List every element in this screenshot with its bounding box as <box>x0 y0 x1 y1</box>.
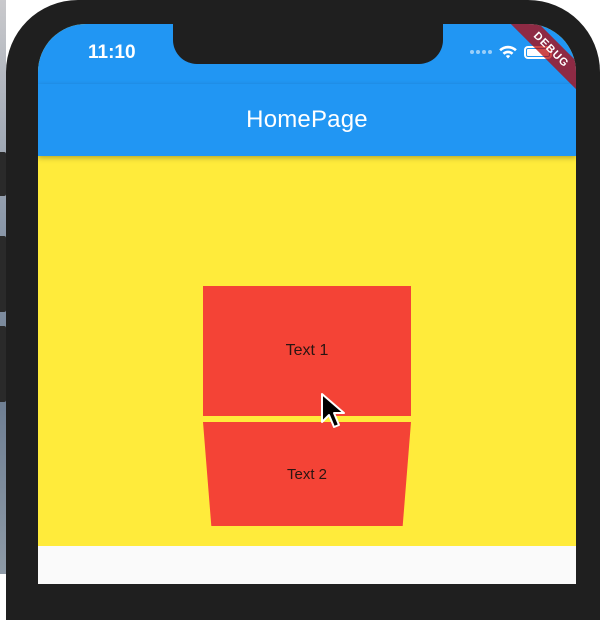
phone-screen: 11:10 DEBUG HomePage Text 1 Text 2 <box>38 24 576 584</box>
text-1-box[interactable]: Text 1 <box>203 286 411 416</box>
text-1-label: Text 1 <box>285 342 329 359</box>
bottom-area <box>38 546 576 584</box>
page-title: HomePage <box>246 106 368 133</box>
status-time: 11:10 <box>88 42 136 63</box>
app-bar: HomePage <box>38 84 576 156</box>
phone-notch <box>173 24 443 64</box>
wifi-icon <box>499 45 517 59</box>
mouse-pointer-icon <box>321 393 345 428</box>
signal-dots-icon <box>470 50 492 54</box>
text-2-label: Text 2 <box>286 465 328 483</box>
text-2-box[interactable]: Text 2 <box>203 422 411 526</box>
phone-frame: 11:10 DEBUG HomePage Text 1 Text 2 <box>6 0 600 620</box>
